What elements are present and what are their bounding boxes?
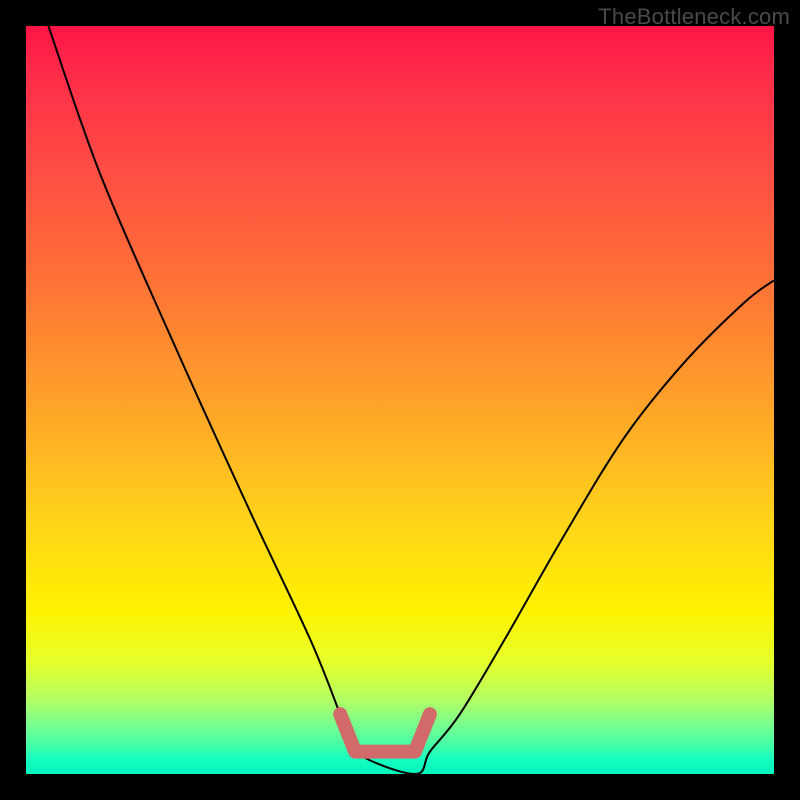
chart-frame: TheBottleneck.com: [0, 0, 800, 800]
chart-svg: [26, 26, 774, 774]
plot-area: [26, 26, 774, 774]
black-curve-path: [48, 26, 774, 774]
watermark-text: TheBottleneck.com: [598, 4, 790, 30]
salmon-bracket-path: [340, 714, 430, 751]
